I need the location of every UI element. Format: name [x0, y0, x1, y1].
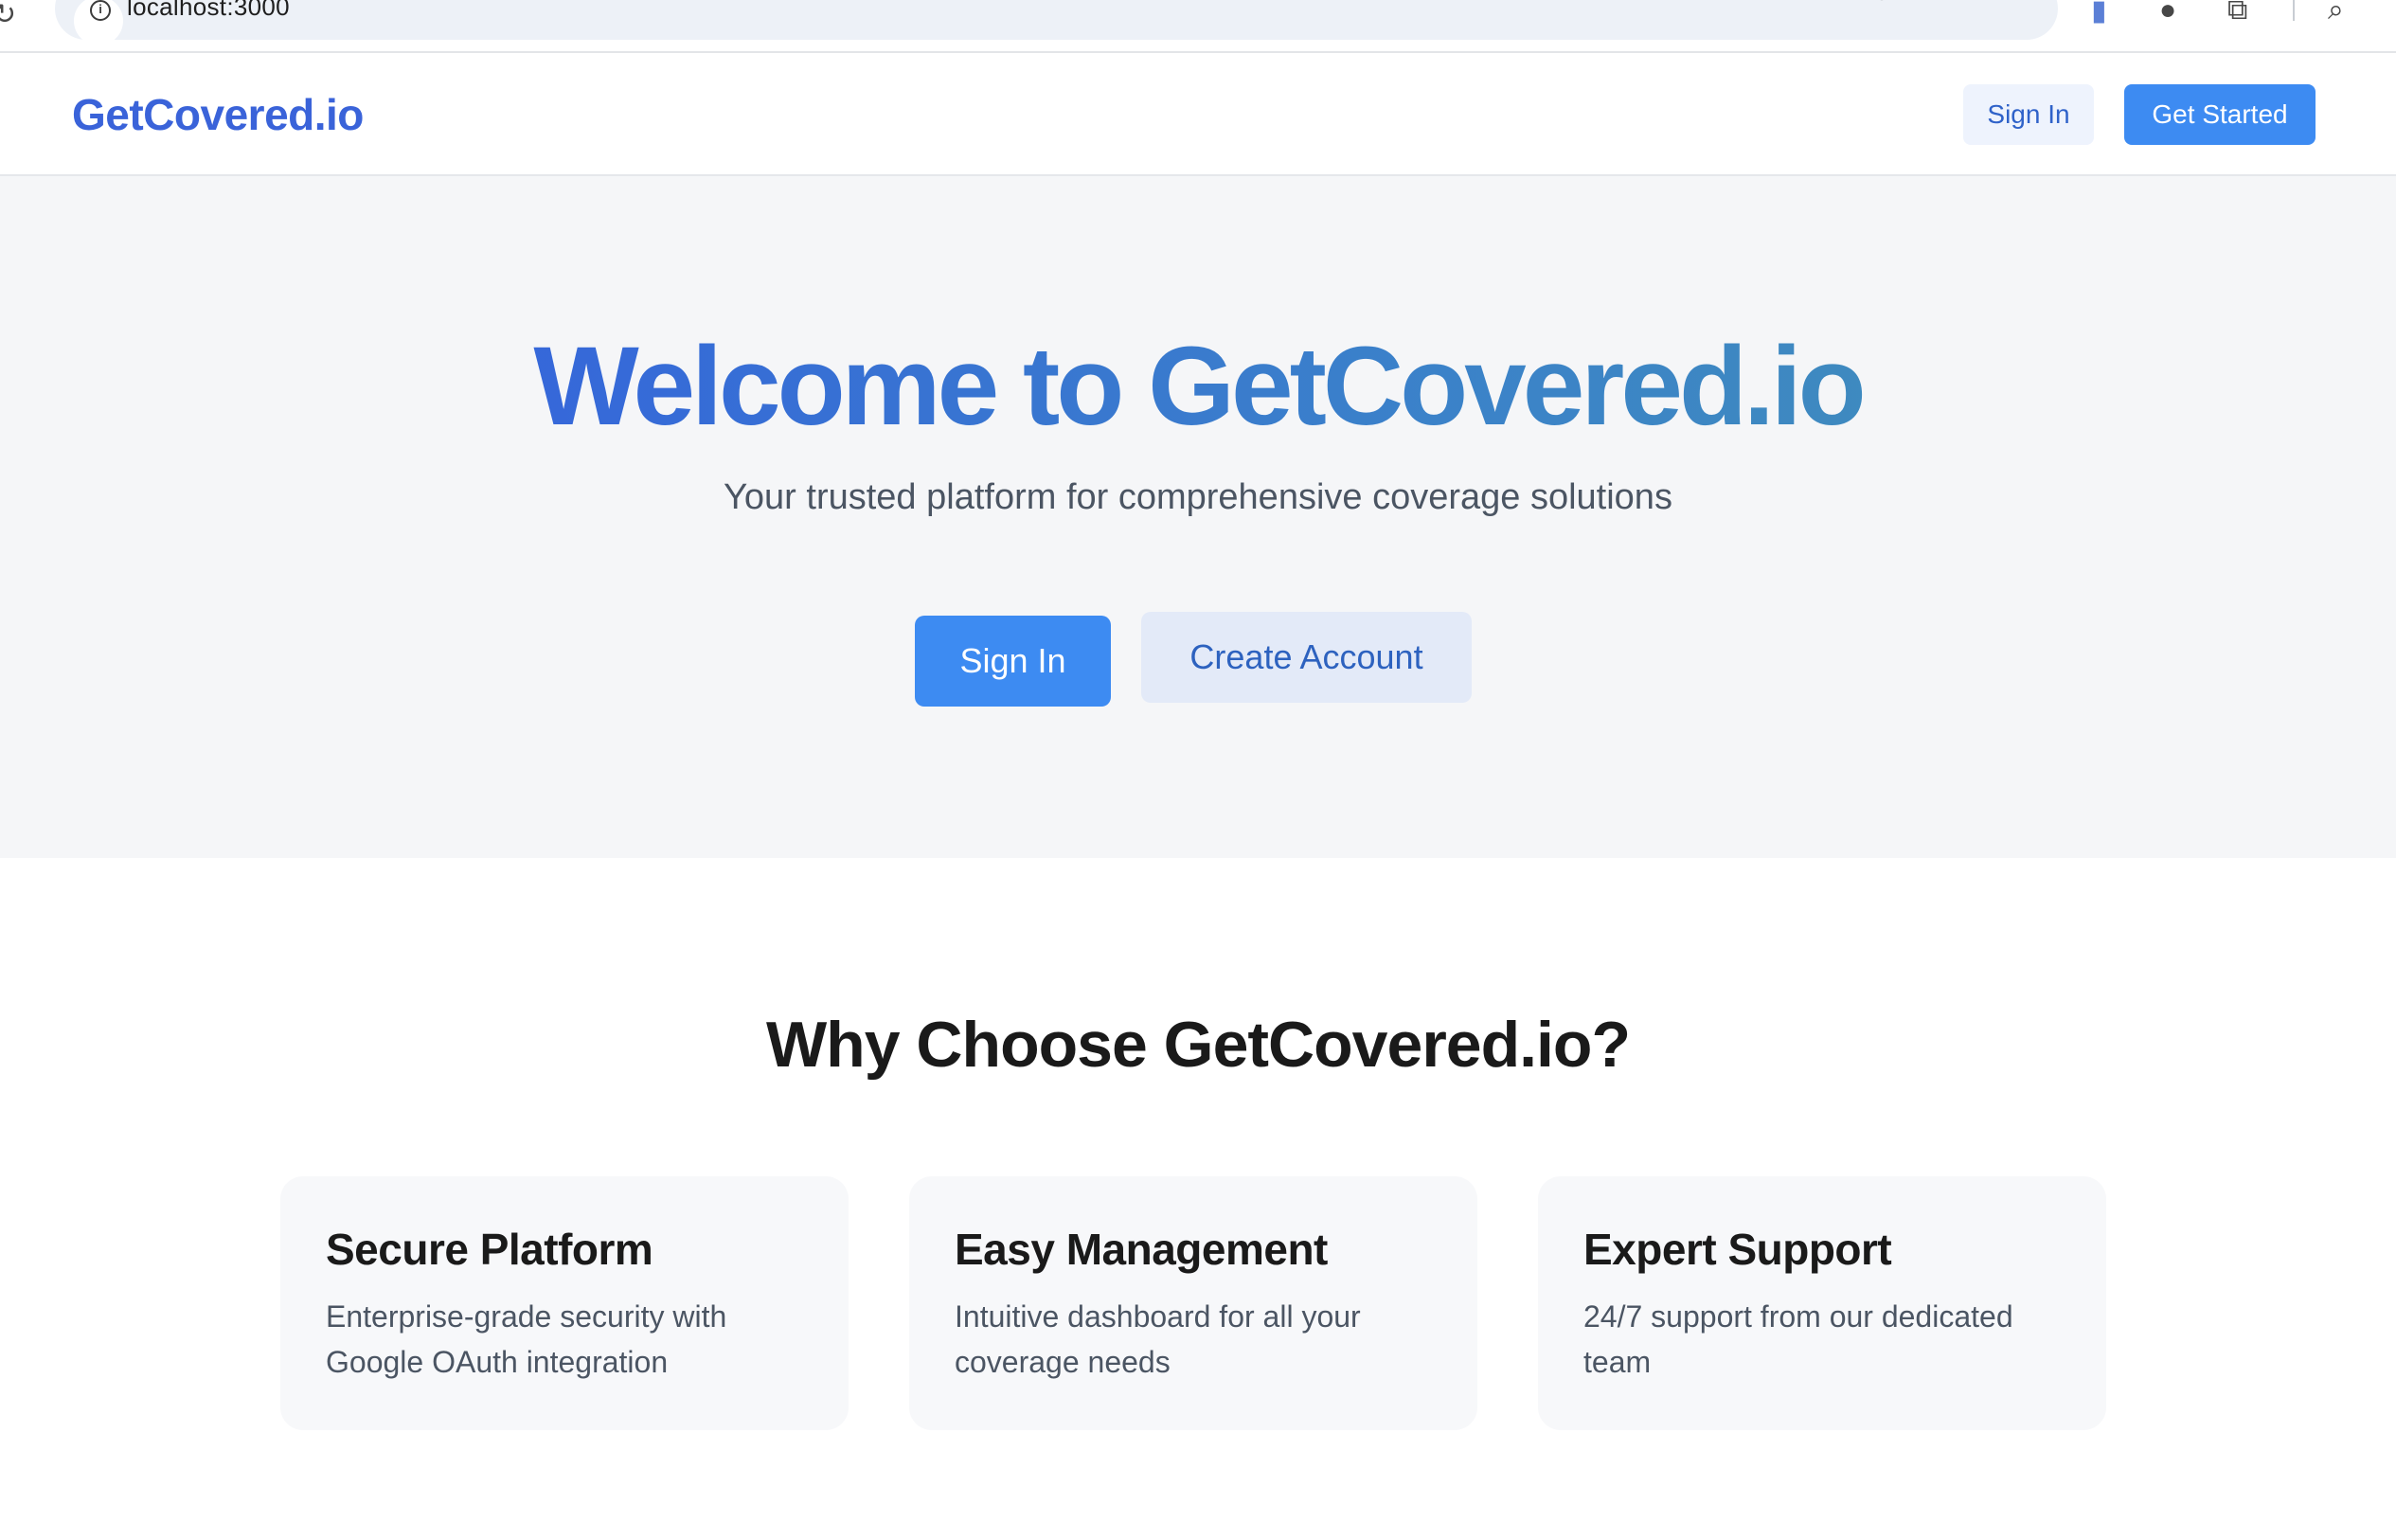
feature-card-description: Intuitive dashboard for all your coverag… [955, 1299, 1361, 1379]
key-icon[interactable]: ⚷ [1871, 0, 1892, 5]
install-app-icon[interactable]: ⎙ [1932, 0, 1955, 4]
url-text[interactable]: localhost:3000 [127, 0, 290, 22]
feature-card-title: Secure Platform [326, 1225, 653, 1274]
toolbar-separator [2293, 0, 2295, 21]
feature-card-secure-platform: Secure Platform Enterprise-grade securit… [280, 1176, 849, 1430]
extension-icon[interactable]: ▮ [2091, 0, 2107, 27]
feature-card-title: Easy Management [955, 1225, 1328, 1274]
hero-title: Welcome to GetCovered.io [0, 322, 2396, 451]
extension-globe-icon[interactable]: ● [2159, 0, 2176, 27]
search-tab-icon[interactable]: ⌕ [2328, 0, 2344, 27]
site-logo[interactable]: GetCovered.io [72, 89, 364, 140]
feature-card-expert-support: Expert Support 24/7 support from our ded… [1538, 1176, 2106, 1430]
feature-card-easy-management: Easy Management Intuitive dashboard for … [909, 1176, 1477, 1430]
feature-card-description: 24/7 support from our dedicated team [1583, 1299, 2013, 1379]
address-bar[interactable]: localhost:3000 ⚷ ⎙ ☆ [55, 0, 2058, 45]
browser-toolbar: ↻ localhost:3000 ⚷ ⎙ ☆ ▮ ● ⧉ ⌕ [0, 0, 2396, 53]
header-sign-in-button[interactable]: Sign In [1963, 84, 2094, 145]
feature-card-description: Enterprise-grade security with Google OA… [326, 1299, 727, 1379]
get-started-button[interactable]: Get Started [2124, 84, 2316, 145]
site-header: GetCovered.io Sign In Get Started [0, 53, 2396, 176]
reload-icon[interactable]: ↻ [0, 0, 16, 31]
hero-subtitle: Your trusted platform for comprehensive … [724, 477, 1672, 517]
create-account-button[interactable]: Create Account [1141, 612, 1472, 703]
extensions-puzzle-icon[interactable]: ⧉ [2227, 0, 2247, 27]
hero-section: Welcome to GetCovered.io Your trusted pl… [0, 176, 2396, 858]
feature-card-title: Expert Support [1583, 1225, 1892, 1274]
site-info-icon[interactable] [74, 0, 123, 45]
features-title: Why Choose GetCovered.io? [766, 1009, 1631, 1081]
bookmark-star-icon[interactable]: ☆ [1993, 0, 2018, 5]
hero-sign-in-button[interactable]: Sign In [915, 616, 1111, 707]
